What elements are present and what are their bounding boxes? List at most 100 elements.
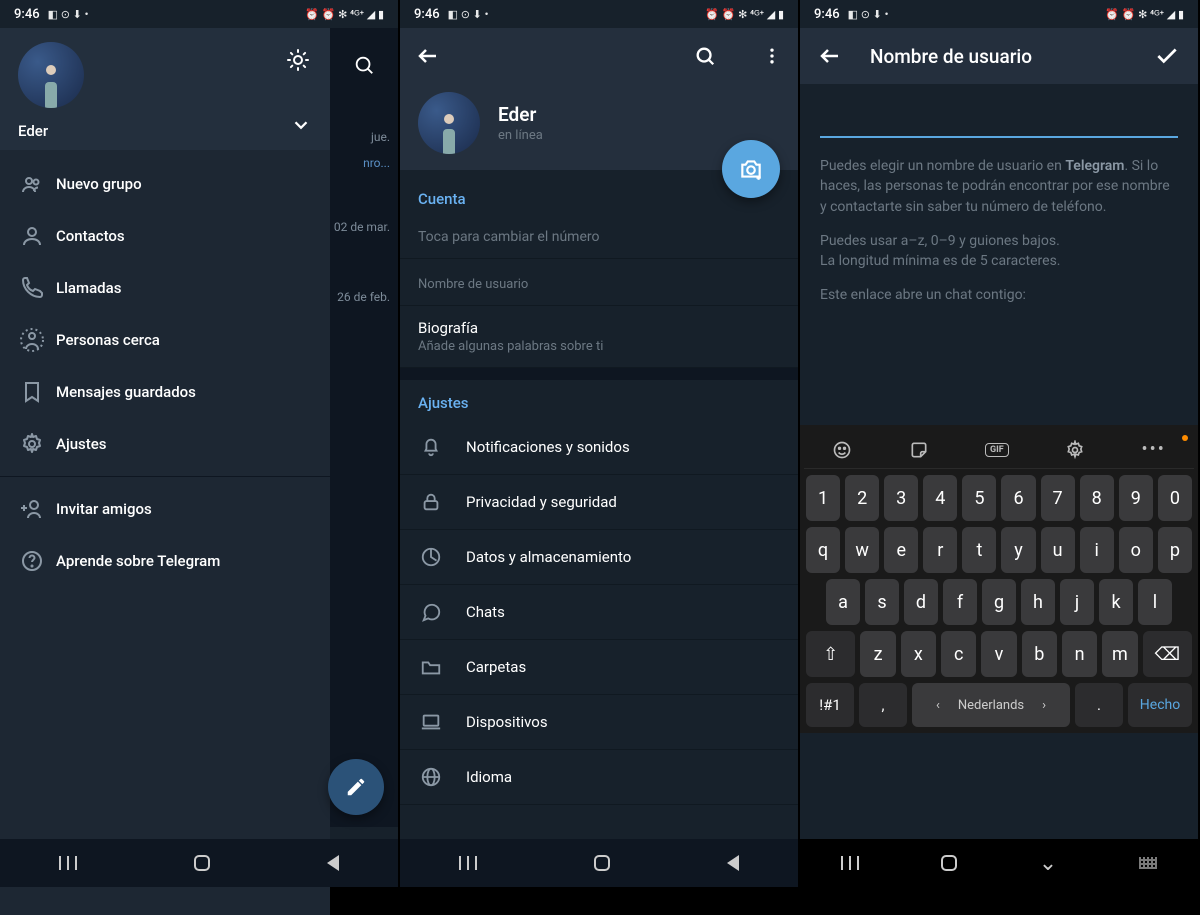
folder-icon bbox=[420, 656, 444, 678]
key-k[interactable]: k bbox=[1099, 579, 1133, 625]
key-l[interactable]: l bbox=[1138, 579, 1172, 625]
nav-down-icon[interactable]: ⌄ bbox=[1039, 851, 1057, 876]
compose-fab[interactable] bbox=[328, 759, 384, 815]
key-backspace[interactable]: ⌫ bbox=[1143, 631, 1192, 677]
row-phone-label: Toca para cambiar el número bbox=[418, 229, 780, 245]
back-icon[interactable] bbox=[416, 44, 440, 68]
key-period[interactable]: . bbox=[1075, 683, 1123, 727]
nav-home-icon[interactable] bbox=[194, 855, 210, 871]
key-shift[interactable]: ⇧ bbox=[806, 631, 855, 677]
key-v[interactable]: v bbox=[981, 631, 1016, 677]
key-p[interactable]: p bbox=[1158, 527, 1192, 573]
key-z[interactable]: z bbox=[860, 631, 895, 677]
nav-home-icon[interactable] bbox=[594, 855, 610, 871]
username-input[interactable] bbox=[820, 102, 1178, 138]
key-y[interactable]: y bbox=[1001, 527, 1035, 573]
key-1[interactable]: 1 bbox=[806, 475, 840, 521]
back-icon[interactable] bbox=[818, 44, 842, 68]
key-0[interactable]: 0 bbox=[1158, 475, 1192, 521]
nav-recents-icon[interactable] bbox=[59, 856, 77, 870]
lang-next-icon[interactable]: › bbox=[1042, 698, 1046, 713]
nav-back-icon[interactable] bbox=[327, 855, 339, 871]
avatar[interactable] bbox=[418, 92, 480, 154]
key-i[interactable]: i bbox=[1080, 527, 1114, 573]
key-h[interactable]: h bbox=[1021, 579, 1055, 625]
key-r[interactable]: r bbox=[923, 527, 957, 573]
key-d[interactable]: d bbox=[904, 579, 938, 625]
key-j[interactable]: j bbox=[1060, 579, 1094, 625]
key-8[interactable]: 8 bbox=[1080, 475, 1114, 521]
nav-home-icon[interactable] bbox=[941, 855, 957, 871]
globe-icon bbox=[420, 766, 444, 788]
drawer-item-saved[interactable]: Mensajes guardados bbox=[0, 366, 330, 418]
key-symbols[interactable]: !#1 bbox=[806, 683, 854, 727]
drawer-item-settings[interactable]: Ajustes bbox=[0, 418, 330, 470]
keyboard-settings-icon[interactable] bbox=[1065, 440, 1085, 460]
sticker-icon[interactable] bbox=[909, 440, 929, 460]
keyboard-more-icon[interactable]: ••• bbox=[1142, 439, 1166, 460]
nav-back-icon[interactable] bbox=[727, 855, 739, 871]
camera-fab[interactable] bbox=[722, 140, 780, 198]
key-t[interactable]: t bbox=[962, 527, 996, 573]
key-4[interactable]: 4 bbox=[923, 475, 957, 521]
key-3[interactable]: 3 bbox=[884, 475, 918, 521]
key-2[interactable]: 2 bbox=[845, 475, 879, 521]
key-comma[interactable]: , bbox=[859, 683, 907, 727]
key-u[interactable]: u bbox=[1041, 527, 1075, 573]
row-bio[interactable]: Biografía Añade algunas palabras sobre t… bbox=[400, 306, 798, 368]
key-m[interactable]: m bbox=[1102, 631, 1137, 677]
settings-row-language[interactable]: Idioma bbox=[400, 750, 798, 805]
drawer-item-help[interactable]: Aprende sobre Telegram bbox=[0, 535, 330, 587]
avatar[interactable] bbox=[18, 42, 84, 108]
key-q[interactable]: q bbox=[806, 527, 840, 573]
row-username[interactable]: Nombre de usuario bbox=[400, 259, 798, 306]
key-7[interactable]: 7 bbox=[1041, 475, 1075, 521]
drawer-item-contacts[interactable]: Contactos bbox=[0, 210, 330, 262]
search-icon[interactable] bbox=[330, 54, 398, 96]
settings-row-privacy[interactable]: Privacidad y seguridad bbox=[400, 475, 798, 530]
soft-keyboard: GIF ••• 1234567890 qwertyuiop asdfghjkl … bbox=[800, 425, 1198, 733]
key-5[interactable]: 5 bbox=[962, 475, 996, 521]
key-done[interactable]: Hecho bbox=[1128, 683, 1192, 727]
key-b[interactable]: b bbox=[1022, 631, 1057, 677]
overflow-icon[interactable] bbox=[762, 46, 782, 66]
key-a[interactable]: a bbox=[826, 579, 860, 625]
key-9[interactable]: 9 bbox=[1119, 475, 1153, 521]
status-time: 9:46 bbox=[814, 7, 840, 22]
settings-row-folders[interactable]: Carpetas bbox=[400, 640, 798, 695]
drawer-item-invite[interactable]: Invitar amigos bbox=[0, 483, 330, 535]
nav-recents-icon[interactable] bbox=[459, 856, 477, 870]
key-w[interactable]: w bbox=[845, 527, 879, 573]
key-space[interactable]: ‹ Nederlands › bbox=[912, 683, 1070, 727]
emoji-icon[interactable] bbox=[832, 440, 852, 460]
key-x[interactable]: x bbox=[901, 631, 936, 677]
confirm-icon[interactable] bbox=[1154, 43, 1180, 69]
settings-row-devices[interactable]: Dispositivos bbox=[400, 695, 798, 750]
settings-row-notifications[interactable]: Notificaciones y sonidos bbox=[400, 420, 798, 475]
gif-icon[interactable]: GIF bbox=[985, 443, 1009, 457]
key-o[interactable]: o bbox=[1119, 527, 1153, 573]
search-icon[interactable] bbox=[694, 45, 716, 67]
settings-row-chats[interactable]: Chats bbox=[400, 585, 798, 640]
drawer-item-calls[interactable]: Llamadas bbox=[0, 262, 330, 314]
toolbar bbox=[400, 28, 798, 84]
chevron-down-icon[interactable] bbox=[290, 114, 312, 136]
settings-row-data[interactable]: Datos y almacenamiento bbox=[400, 530, 798, 585]
theme-toggle-icon[interactable] bbox=[286, 48, 310, 72]
bell-icon bbox=[420, 436, 444, 458]
lang-prev-icon[interactable]: ‹ bbox=[936, 698, 940, 713]
profile-status: en línea bbox=[498, 128, 543, 143]
row-phone[interactable]: Toca para cambiar el número bbox=[400, 216, 798, 259]
key-c[interactable]: c bbox=[941, 631, 976, 677]
key-f[interactable]: f bbox=[943, 579, 977, 625]
nav-recents-icon[interactable] bbox=[841, 856, 859, 870]
drawer-item-new-group[interactable]: Nuevo grupo bbox=[0, 158, 330, 210]
key-n[interactable]: n bbox=[1062, 631, 1097, 677]
drawer-item-nearby[interactable]: Personas cerca bbox=[0, 314, 330, 366]
key-6[interactable]: 6 bbox=[1001, 475, 1035, 521]
key-s[interactable]: s bbox=[865, 579, 899, 625]
status-left-icons: ◧ ⊙ ⬇ • bbox=[448, 8, 489, 21]
key-e[interactable]: e bbox=[884, 527, 918, 573]
key-g[interactable]: g bbox=[982, 579, 1016, 625]
nav-keyboard-icon[interactable] bbox=[1139, 857, 1157, 869]
